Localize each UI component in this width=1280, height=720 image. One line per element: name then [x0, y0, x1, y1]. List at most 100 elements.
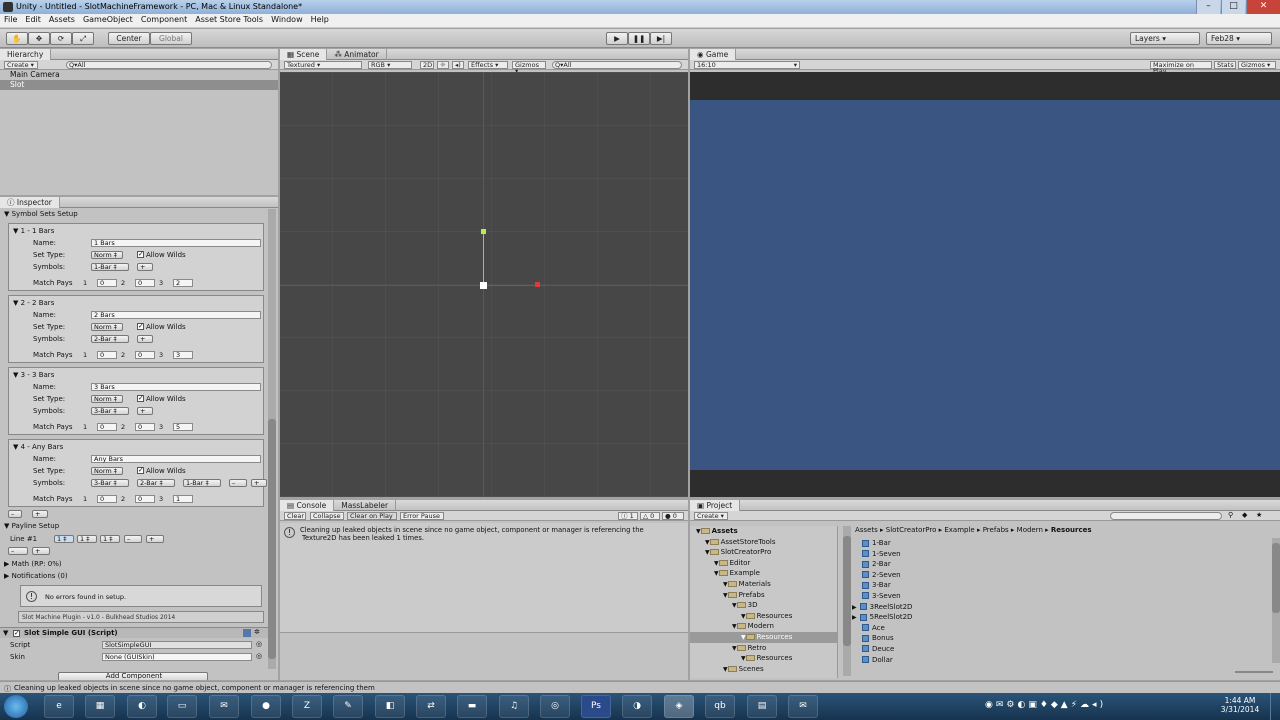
favorite-star-icon[interactable]: ★	[1256, 511, 1262, 519]
project-create-button[interactable]: Create ▾	[694, 512, 728, 520]
set-type-dropdown[interactable]: Norm ‡	[91, 395, 123, 403]
asset-item[interactable]: 3-Seven	[862, 591, 1262, 602]
skin-field[interactable]: None (GUISkin)	[102, 653, 252, 661]
folder-tree-item[interactable]: ▼ Resources	[690, 631, 837, 643]
tab-scene[interactable]: ▦ Scene	[280, 49, 328, 60]
game-gizmos-dropdown[interactable]: Gizmos ▾	[1238, 61, 1276, 69]
console-collapse-button[interactable]: Collapse	[310, 512, 344, 520]
tab-animator[interactable]: ⁂ Animator	[327, 49, 387, 60]
filezilla-icon[interactable]: Z	[292, 695, 322, 718]
minimize-button[interactable]: –	[1196, 0, 1220, 14]
expand-arrow-icon[interactable]: ▶	[852, 604, 857, 611]
set-type-dropdown[interactable]: Norm ‡	[91, 251, 123, 259]
tree-scrollbar[interactable]	[843, 526, 851, 676]
maximize-on-play-toggle[interactable]: Maximize on Play	[1150, 61, 1212, 74]
channel-dropdown[interactable]: RGB ▾	[368, 61, 412, 69]
aspect-dropdown[interactable]: 16:10 ▾	[694, 61, 800, 69]
symbol-dropdown[interactable]: 2-Bar ‡	[91, 335, 129, 343]
folder-tree-item[interactable]: ▼ Example	[690, 568, 837, 579]
menu-file[interactable]: File	[0, 14, 21, 25]
stats-toggle[interactable]: Stats	[1214, 61, 1236, 69]
gizmo-center-handle[interactable]	[480, 282, 487, 289]
asset-item[interactable]: 1-Bar	[862, 538, 1262, 549]
folder-tree-item[interactable]: ▼ Resources	[690, 611, 837, 622]
breadcrumb-item[interactable]: Example	[944, 526, 974, 534]
tab-hierarchy[interactable]: Hierarchy	[0, 49, 52, 60]
menu-asset-store-tools[interactable]: Asset Store Tools	[191, 14, 267, 25]
symbol-dropdown[interactable]: 1-Bar ‡	[91, 263, 129, 271]
match-pay-field[interactable]: 2	[173, 279, 193, 287]
console-log-list[interactable]: ! Cleaning up leaked objects in scene si…	[280, 523, 688, 633]
gear-icon[interactable]: ✲	[254, 628, 260, 636]
asset-item[interactable]: 3-Bar	[862, 580, 1262, 591]
script-field[interactable]: SlotSimpleGUI	[102, 641, 252, 649]
console-clear-on-play-toggle[interactable]: Clear on Play	[347, 512, 397, 520]
folder-tree-item[interactable]: ▼ SlotCreatorPro	[690, 547, 837, 558]
box-app-icon[interactable]: ◧	[375, 695, 405, 718]
start-button-icon[interactable]	[4, 695, 28, 718]
symbol-set-foldout[interactable]: ▼ 4 - Any Bars	[13, 443, 63, 451]
component-enabled-checkbox[interactable]: ✓	[13, 630, 20, 637]
effects-dropdown[interactable]: Effects ▾	[468, 61, 508, 69]
match-pay-field[interactable]: 0	[97, 423, 117, 431]
play-icon[interactable]: ▶	[606, 32, 628, 45]
tab-project[interactable]: ▣ Project	[690, 500, 741, 511]
asset-item[interactable]: 1-Seven	[862, 549, 1262, 560]
hierarchy-item[interactable]: Main Camera	[0, 70, 278, 80]
set-name-field[interactable]: 1 Bars	[91, 239, 261, 247]
allow-wilds-checkbox[interactable]: ✓	[137, 395, 144, 402]
match-pay-field[interactable]: 0	[135, 495, 155, 503]
tab-masslabeler[interactable]: MassLabeler	[334, 500, 397, 511]
scene-viewport[interactable]	[280, 72, 688, 497]
taskbar-clock[interactable]: 1:44 AM 3/31/2014	[1215, 696, 1265, 714]
payline-setup-foldout[interactable]: ▼ Payline Setup	[4, 522, 59, 530]
log-count-toggle[interactable]: ⓘ 1	[618, 512, 638, 520]
breadcrumb-item[interactable]: Resources	[1051, 526, 1092, 534]
set-name-field[interactable]: 2 Bars	[91, 311, 261, 319]
gizmo-y-handle[interactable]	[481, 229, 486, 234]
calculator-icon[interactable]: ▦	[85, 695, 115, 718]
close-button[interactable]: ✕	[1246, 0, 1280, 14]
2d-toggle[interactable]: 2D	[420, 61, 434, 69]
tab-game[interactable]: ◉ Game	[690, 49, 737, 60]
console-clear-button[interactable]: Clear	[284, 512, 306, 520]
terminal-icon[interactable]: ▬	[457, 695, 487, 718]
rotate-tool-icon[interactable]: ⟳	[50, 32, 72, 45]
script-picker-icon[interactable]: ◎	[256, 640, 262, 648]
add-symbol-button[interactable]: +	[251, 479, 267, 487]
skin-picker-icon[interactable]: ◎	[256, 652, 262, 660]
remove-set-button[interactable]: –	[8, 510, 22, 518]
folder-tree-item[interactable]: ▼ AssetStoreTools	[690, 537, 837, 548]
allow-wilds-checkbox[interactable]: ✓	[137, 323, 144, 330]
symbol-dropdown[interactable]: 2-Bar ‡	[137, 479, 175, 487]
set-type-dropdown[interactable]: Norm ‡	[91, 323, 123, 331]
firefox-2-icon[interactable]: ◑	[622, 695, 652, 718]
scene-gizmos-dropdown[interactable]: Gizmos ▾	[512, 61, 546, 74]
folder-tree-item[interactable]: ▼ Resources	[690, 653, 837, 664]
archive-icon[interactable]: ▤	[747, 695, 777, 718]
match-pay-field[interactable]: 0	[97, 495, 117, 503]
breadcrumb-item[interactable]: SlotCreatorPro	[886, 526, 937, 534]
line-remove-button[interactable]: –	[124, 535, 142, 543]
symbol-set-foldout[interactable]: ▼ 1 - 1 Bars	[13, 227, 54, 235]
qb-icon[interactable]: qb	[705, 695, 735, 718]
line-reel-3-select[interactable]: 1 ‡	[100, 535, 120, 543]
lighting-icon[interactable]: ☼	[437, 61, 449, 69]
add-component-button[interactable]: Add Component	[58, 672, 208, 680]
expand-arrow-icon[interactable]: ▶	[852, 614, 857, 621]
folder-tree-item[interactable]: ▼ Editor	[690, 558, 837, 569]
match-pay-field[interactable]: 0	[97, 351, 117, 359]
menu-help[interactable]: Help	[307, 14, 333, 25]
asset-item[interactable]: Bonus	[862, 633, 1262, 644]
asset-item[interactable]: Dollar	[862, 655, 1262, 666]
network-app-icon[interactable]: ◎	[540, 695, 570, 718]
pause-icon[interactable]: ❚❚	[628, 32, 650, 45]
match-pay-field[interactable]: 0	[135, 279, 155, 287]
pivot-center-button[interactable]: Center	[108, 32, 150, 45]
warning-count-toggle[interactable]: △ 0	[640, 512, 660, 520]
folder-tree-item[interactable]: ▼ Materials	[690, 579, 837, 590]
symbol-sets-foldout[interactable]: ▼ Symbol Sets Setup	[4, 210, 78, 218]
asset-item[interactable]: Deuce	[862, 644, 1262, 655]
folder-tree-item[interactable]: ▼ Scenes	[690, 664, 837, 675]
component-header[interactable]: ▼ ✓ Slot Simple GUI (Script) ✲	[0, 627, 268, 638]
